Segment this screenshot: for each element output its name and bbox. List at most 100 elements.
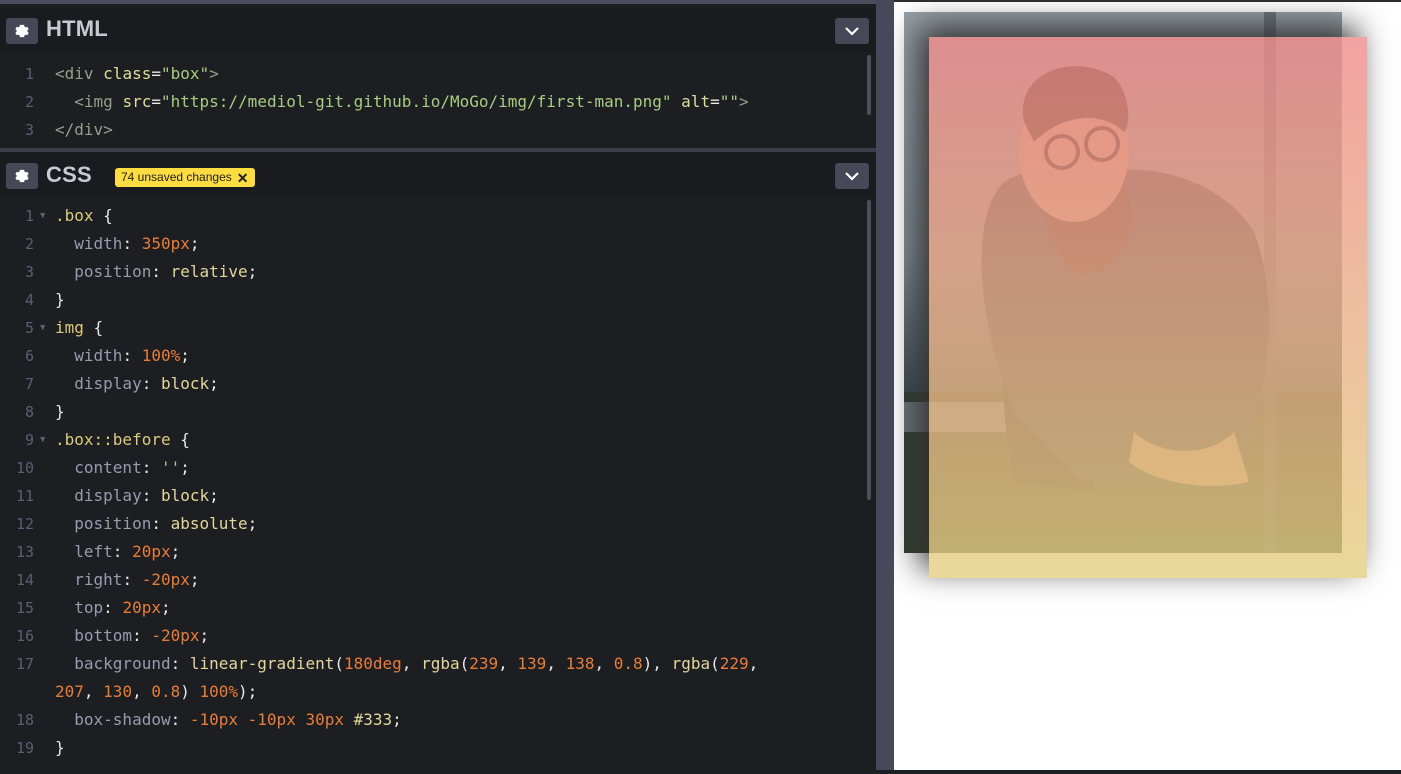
code-text: } xyxy=(55,734,65,762)
line-number: 3 xyxy=(24,121,34,139)
code-token: : xyxy=(122,346,142,365)
close-icon[interactable]: ✕ xyxy=(237,171,249,185)
code-token: top xyxy=(55,598,104,617)
code-token: div xyxy=(64,64,104,83)
code-text: left: 20px; xyxy=(55,538,180,566)
code-token: ; xyxy=(189,570,200,589)
line-number: 8 xyxy=(24,403,34,421)
code-token: , xyxy=(594,654,614,673)
code-text: } xyxy=(55,398,65,426)
code-token: 0.8 xyxy=(151,682,181,701)
code-line[interactable]: 4} xyxy=(0,286,860,314)
code-text: right: -20px; xyxy=(55,566,200,594)
html-settings-button[interactable] xyxy=(6,18,38,44)
code-text: position: absolute; xyxy=(55,510,257,538)
code-line[interactable]: 10 content: ''; xyxy=(0,454,860,482)
code-token: 130 xyxy=(103,682,133,701)
code-text: 207, 130, 0.8) 100%); xyxy=(55,678,257,706)
code-line[interactable]: 1 <div class="box"> xyxy=(0,60,860,88)
code-token: ; xyxy=(160,598,171,617)
code-line[interactable]: 2 <img src="https://mediol-git.github.io… xyxy=(0,88,860,116)
code-token: = xyxy=(151,92,161,111)
code-line[interactable]: 18 box-shadow: -10px -10px 30px #333; xyxy=(0,706,860,734)
code-line[interactable]: 8} xyxy=(0,398,860,426)
code-line[interactable]: 5 ▼ img { xyxy=(0,314,860,342)
code-line[interactable]: 207, 130, 0.8) 100%); xyxy=(0,678,860,706)
code-token: linear-gradient xyxy=(189,654,335,673)
css-code-editor[interactable]: 1 ▼ .box {2 width: 350px; 3 position: relat… xyxy=(0,196,876,774)
code-token: } xyxy=(55,290,65,309)
line-number: 9 xyxy=(24,431,34,449)
code-line[interactable]: 9 ▼ .box::before { xyxy=(0,426,860,454)
html-collapse-button[interactable] xyxy=(835,18,869,44)
css-settings-button[interactable] xyxy=(6,163,38,189)
code-token: : xyxy=(112,542,133,561)
code-token: > xyxy=(738,92,749,111)
code-token: , xyxy=(498,654,518,673)
code-text: </div> xyxy=(55,116,113,144)
code-token: position xyxy=(55,514,152,533)
code-line[interactable]: 12 position: absolute; xyxy=(0,510,860,538)
css-collapse-button[interactable] xyxy=(835,163,869,189)
line-number: 15 xyxy=(15,599,34,617)
code-line[interactable]: 19} xyxy=(0,734,860,762)
unsaved-changes-badge[interactable]: 74 unsaved changes ✕ xyxy=(115,168,255,187)
code-token: display xyxy=(55,374,142,393)
code-line[interactable]: 15 top: 20px; xyxy=(0,594,860,622)
line-number: 19 xyxy=(15,739,34,757)
code-token: ; xyxy=(180,346,190,365)
code-line[interactable]: 13 left: 20px; xyxy=(0,538,860,566)
chevron-down-icon xyxy=(845,27,859,36)
code-token: content xyxy=(55,458,142,477)
code-token: -20px xyxy=(151,626,200,645)
code-token: 138 xyxy=(565,654,595,673)
code-token: ; xyxy=(247,262,258,281)
code-token: : xyxy=(151,514,171,533)
code-text: content: ''; xyxy=(55,454,190,482)
css-scrollbar[interactable] xyxy=(867,200,871,500)
editor-preview-resizer[interactable] xyxy=(876,0,894,770)
code-token: alt xyxy=(681,92,711,111)
chevron-down-icon xyxy=(845,172,859,181)
code-line[interactable]: 1 ▼ .box { xyxy=(0,202,860,230)
code-token: class xyxy=(103,64,152,83)
code-text: width: 100%; xyxy=(55,342,190,370)
code-line[interactable]: 14 right: -20px; xyxy=(0,566,860,594)
code-token: { xyxy=(170,430,190,449)
code-line[interactable]: 11 display: block; xyxy=(0,482,860,510)
code-token: ( xyxy=(334,654,344,673)
line-number: 12 xyxy=(15,515,34,533)
fold-arrow-icon[interactable]: ▼ xyxy=(40,314,45,342)
fold-arrow-icon[interactable]: ▼ xyxy=(40,426,45,454)
code-token: < xyxy=(55,64,65,83)
code-token: 239 xyxy=(469,654,499,673)
code-token: right xyxy=(55,570,123,589)
code-token: <img xyxy=(55,92,123,111)
code-token: display xyxy=(55,486,142,505)
code-token: 350px xyxy=(141,234,190,253)
code-token: -20px xyxy=(141,570,190,589)
code-line[interactable]: 16 bottom: -20px; xyxy=(0,622,860,650)
code-line[interactable]: 7 display: block; xyxy=(0,370,860,398)
code-token: > xyxy=(209,64,219,83)
line-number: 18 xyxy=(15,711,34,729)
code-token: .box::before xyxy=(55,430,171,449)
code-line[interactable]: 3 </div> xyxy=(0,116,860,144)
fold-arrow-icon[interactable]: ▼ xyxy=(40,202,45,230)
code-line[interactable]: 3 position: relative; xyxy=(0,258,860,286)
code-line[interactable]: 17 background: linear-gradient(180deg, r… xyxy=(0,650,860,678)
code-token: , xyxy=(546,654,566,673)
code-token: : xyxy=(141,458,161,477)
code-token: 207 xyxy=(55,682,84,701)
html-code-editor[interactable]: 1 <div class="box"> 2 <img src="https://me… xyxy=(0,52,876,144)
code-token: 180deg xyxy=(344,654,402,673)
html-scrollbar[interactable] xyxy=(867,55,871,115)
code-line[interactable]: 6 width: 100%; xyxy=(0,342,860,370)
code-line[interactable]: 2 width: 350px; xyxy=(0,230,860,258)
code-token: : xyxy=(170,654,190,673)
line-number: 11 xyxy=(15,487,34,505)
line-number: 1 xyxy=(24,207,34,225)
line-number: 17 xyxy=(15,655,34,673)
unsaved-changes-label: 74 unsaved changes xyxy=(121,170,232,184)
